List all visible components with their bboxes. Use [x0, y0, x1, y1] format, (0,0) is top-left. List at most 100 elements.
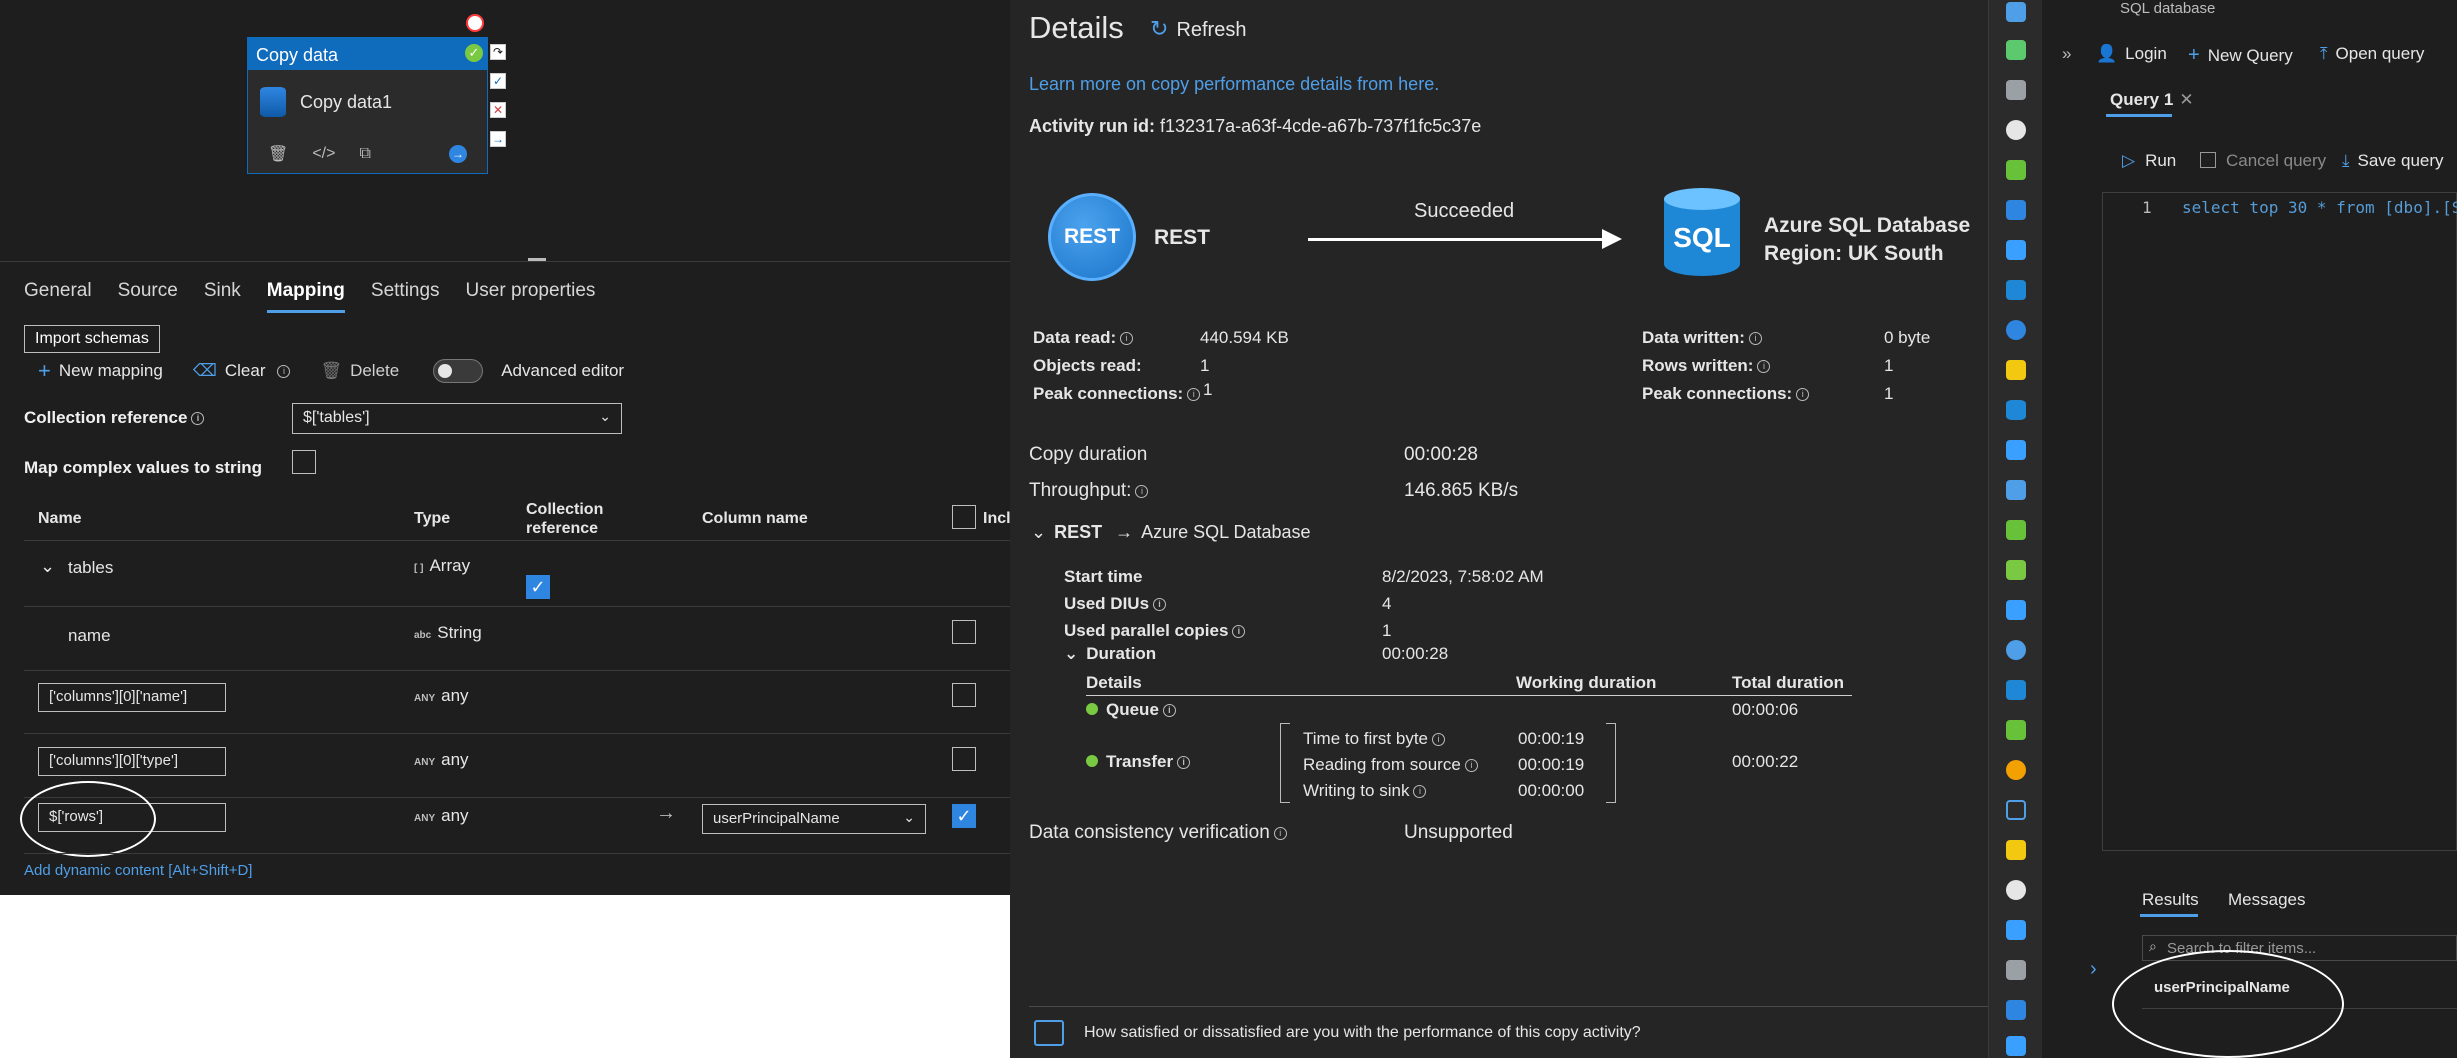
- expand-panel-icon[interactable]: »: [2062, 44, 2071, 64]
- network-icon[interactable]: [2006, 440, 2026, 460]
- cancel-query-button[interactable]: Cancel query: [2200, 151, 2326, 171]
- container-icon[interactable]: [2006, 240, 2026, 260]
- run-button[interactable]: ▷ Run: [2122, 151, 2176, 171]
- globe-icon[interactable]: [2006, 320, 2026, 340]
- tab-general[interactable]: General: [24, 280, 92, 313]
- success-handle-icon[interactable]: ✓: [490, 73, 506, 89]
- refresh-button[interactable]: ↻ Refresh: [1150, 16, 1246, 42]
- function-icon[interactable]: [2006, 360, 2026, 380]
- ring-icon[interactable]: [2006, 760, 2026, 780]
- rest-source-icon: REST: [1048, 193, 1136, 281]
- code-icon[interactable]: </>: [312, 145, 335, 163]
- code-brackets-icon[interactable]: [2006, 600, 2026, 620]
- chevron-right-icon[interactable]: ›: [2090, 958, 2097, 981]
- mapping-row-name-name: name: [68, 626, 111, 645]
- advanced-editor-toggle[interactable]: [433, 359, 484, 383]
- tab-user-properties[interactable]: User properties: [466, 280, 596, 313]
- mapping-row-source-input[interactable]: ['columns'][0]['name']: [38, 683, 226, 712]
- pipeline-canvas[interactable]: Copy data ✓ Copy data1 🗑 </> ⧉ → ↷ ✓ ✕ →: [0, 0, 1010, 262]
- collection-reference-label: Collection reference i: [24, 408, 205, 428]
- run-detail-values: 8/2/2023, 7:58:02 AM 4 1: [1382, 567, 1544, 640]
- storage-icon[interactable]: [2006, 560, 2026, 580]
- devops-icon[interactable]: [2006, 520, 2026, 540]
- new-query-button[interactable]: + New Query: [2188, 44, 2293, 67]
- include-checkbox-checked[interactable]: ✓: [952, 804, 976, 828]
- cloud-icon[interactable]: [2006, 680, 2026, 700]
- duration-expander[interactable]: ⌄ Duration: [1064, 644, 1156, 664]
- messages-tab[interactable]: Messages: [2228, 890, 2305, 910]
- login-button[interactable]: 👤 Login: [2096, 44, 2167, 64]
- path-expander[interactable]: ⌄ REST → Azure SQL Database: [1031, 522, 1311, 543]
- type-string: abc String: [414, 623, 482, 642]
- learn-more-link[interactable]: Learn more on copy performance details f…: [1029, 74, 1439, 95]
- success-dot-icon: [1086, 703, 1098, 715]
- column-name-select[interactable]: userPrincipalName ⌄: [702, 804, 926, 834]
- sql-database-icon[interactable]: [2006, 400, 2026, 420]
- info-icon: i: [1748, 332, 1762, 345]
- include-checkbox[interactable]: [952, 620, 976, 644]
- open-query-button[interactable]: ⤒ Open query: [2320, 44, 2424, 64]
- grid-icon[interactable]: [2006, 160, 2026, 180]
- tab-source[interactable]: Source: [118, 280, 178, 313]
- toggle-knob: [438, 364, 453, 378]
- gauge-icon[interactable]: [2006, 640, 2026, 660]
- mapping-row-source-input[interactable]: ['columns'][0]['type']: [38, 747, 226, 776]
- arrow-circle-icon[interactable]: →: [449, 145, 467, 163]
- import-schemas-button[interactable]: Import schemas: [24, 325, 160, 353]
- include-checkbox[interactable]: [952, 683, 976, 707]
- flow-arrow-head-icon: [1602, 229, 1622, 249]
- shield-icon[interactable]: [2006, 720, 2026, 740]
- tab-sink[interactable]: Sink: [204, 280, 241, 313]
- results-tab[interactable]: Results: [2142, 890, 2199, 910]
- delete-button[interactable]: Delete: [350, 361, 399, 381]
- analytics-icon[interactable]: [2006, 280, 2026, 300]
- collection-reference-select[interactable]: $['tables'] ⌄: [292, 403, 622, 434]
- type-any: ANY any: [414, 686, 469, 705]
- complete-handle-icon[interactable]: →: [490, 131, 506, 147]
- delete-icon[interactable]: 🗑: [268, 144, 288, 164]
- star-icon[interactable]: [2006, 120, 2026, 140]
- new-mapping-button[interactable]: New mapping: [59, 361, 163, 381]
- query-tab[interactable]: Query 1 ✕: [2110, 90, 2194, 110]
- info-icon: i: [277, 364, 291, 378]
- close-icon[interactable]: ✕: [2179, 90, 2193, 109]
- clear-button[interactable]: Clear: [225, 361, 266, 381]
- tab-mapping[interactable]: Mapping: [266, 280, 345, 313]
- transfer-step-values: 00:00:19 00:00:19 00:00:00: [1518, 729, 1585, 800]
- include-all-checkbox[interactable]: [952, 505, 976, 529]
- skip-handle-icon[interactable]: ↷: [490, 44, 506, 60]
- monitor-icon[interactable]: [2006, 480, 2026, 500]
- info-icon: i: [1120, 332, 1134, 345]
- panel-resize-handle[interactable]: [528, 258, 546, 261]
- arrow-right-icon: →: [656, 802, 676, 824]
- lock-icon[interactable]: [2006, 960, 2026, 980]
- throughput-value: 146.865 KB/s: [1404, 480, 1519, 501]
- transfer-total: 00:00:22: [1732, 752, 1799, 771]
- info-icon: i: [1153, 598, 1167, 611]
- include-checkbox[interactable]: [952, 747, 976, 771]
- tab-settings[interactable]: Settings: [371, 280, 440, 313]
- collection-reference-checkbox[interactable]: ✓: [526, 575, 550, 599]
- list-icon[interactable]: [2006, 80, 2026, 100]
- clock-icon[interactable]: [2006, 880, 2026, 900]
- cube-icon[interactable]: [2006, 200, 2026, 220]
- info-icon: i: [1432, 733, 1446, 746]
- copy-activity-card[interactable]: Copy data ✓ Copy data1 🗑 </> ⧉ →: [247, 37, 488, 174]
- more-services-icon[interactable]: [2006, 1036, 2026, 1056]
- add-dynamic-content-link[interactable]: Add dynamic content [Alt+Shift+D]: [24, 862, 252, 879]
- code-editor[interactable]: [2102, 192, 2457, 851]
- cloud-upload-icon[interactable]: [2006, 920, 2026, 940]
- header-divider: [24, 540, 1010, 541]
- fail-handle-icon[interactable]: ✕: [490, 102, 506, 118]
- diamond-icon[interactable]: [2006, 1000, 2026, 1020]
- copy-icon[interactable]: ⧉: [359, 145, 370, 163]
- expand-chevron-icon[interactable]: ⌄: [40, 556, 55, 577]
- home-icon[interactable]: [2006, 2, 2026, 22]
- dashboard-icon[interactable]: [2006, 40, 2026, 60]
- frame-icon[interactable]: [2006, 800, 2026, 820]
- save-query-button[interactable]: ⤓ Save query: [2342, 151, 2444, 171]
- hand-drawn-circle-annotation: [20, 781, 156, 857]
- feedback-icon: [1034, 1020, 1064, 1046]
- map-complex-checkbox[interactable]: [292, 450, 316, 474]
- key-icon[interactable]: [2006, 840, 2026, 860]
